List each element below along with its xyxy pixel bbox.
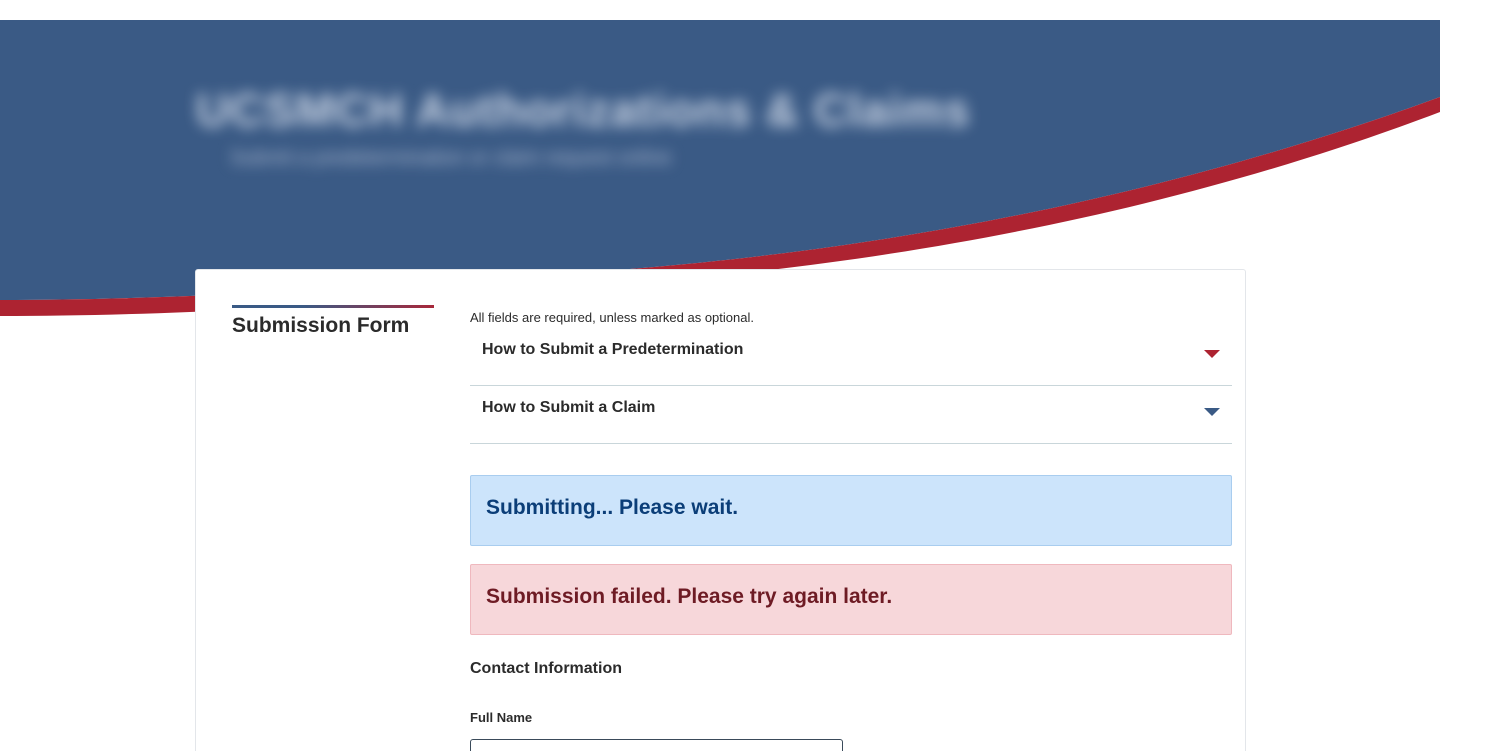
info-alert: Submitting... Please wait. <box>470 475 1232 546</box>
full-name-input[interactable] <box>470 739 843 751</box>
chevron-down-icon[interactable] <box>1204 350 1220 358</box>
error-alert-text: Submission failed. Please try again late… <box>486 585 893 608</box>
chevron-down-icon[interactable] <box>1204 408 1220 416</box>
banner-title: UCSMCH Authorizations & Claims <box>196 84 971 136</box>
banner-title-block: UCSMCH Authorizations & Claims Submit a … <box>190 75 1005 201</box>
section-title-rule <box>232 305 434 308</box>
accordion-predetermination-label: How to Submit a Predetermination <box>482 341 744 358</box>
accordion-claim[interactable]: How to Submit a Claim <box>470 386 1232 444</box>
page: UCSMCH Authorizations & Claims Submit a … <box>0 0 1495 751</box>
form-card: Submission Form All fields are required,… <box>195 269 1246 751</box>
banner-subtitle: Submit a predetermination or claim reque… <box>230 147 672 169</box>
full-name-label: Full Name <box>470 710 533 725</box>
top-strip <box>0 0 1495 20</box>
right-gutter <box>1440 20 1495 751</box>
accordion-claim-label: How to Submit a Claim <box>482 399 656 416</box>
section-title: Submission Form <box>232 314 410 337</box>
error-alert: Submission failed. Please try again late… <box>470 564 1232 635</box>
contact-information-heading: Contact Information <box>470 660 622 677</box>
info-alert-text: Submitting... Please wait. <box>486 496 739 519</box>
accordion-predetermination[interactable]: How to Submit a Predetermination <box>470 328 1232 386</box>
required-fields-note: All fields are required, unless marked a… <box>470 310 754 325</box>
